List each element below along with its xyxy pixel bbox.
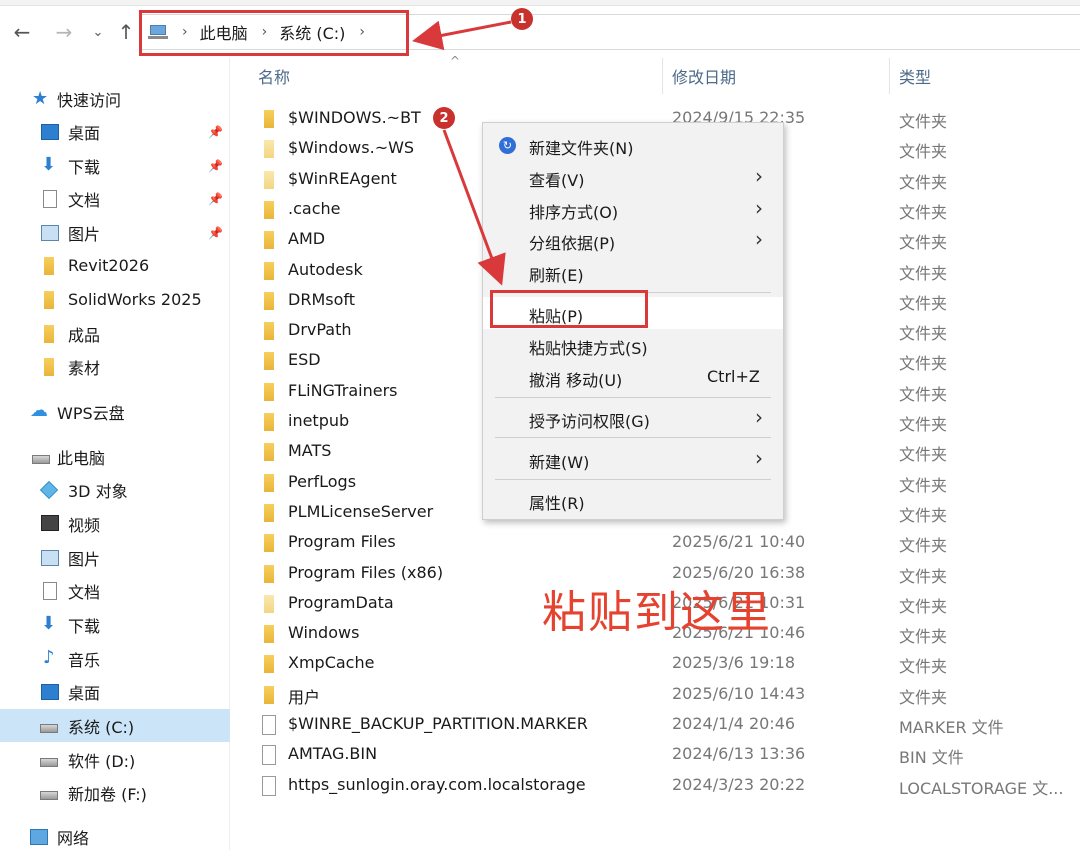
arrow-to-address-bar <box>412 20 512 51</box>
arrow-to-paste <box>442 129 506 286</box>
annotation-arrows <box>412 20 512 286</box>
annotation-paste-here: 粘贴到这里 <box>542 587 772 638</box>
